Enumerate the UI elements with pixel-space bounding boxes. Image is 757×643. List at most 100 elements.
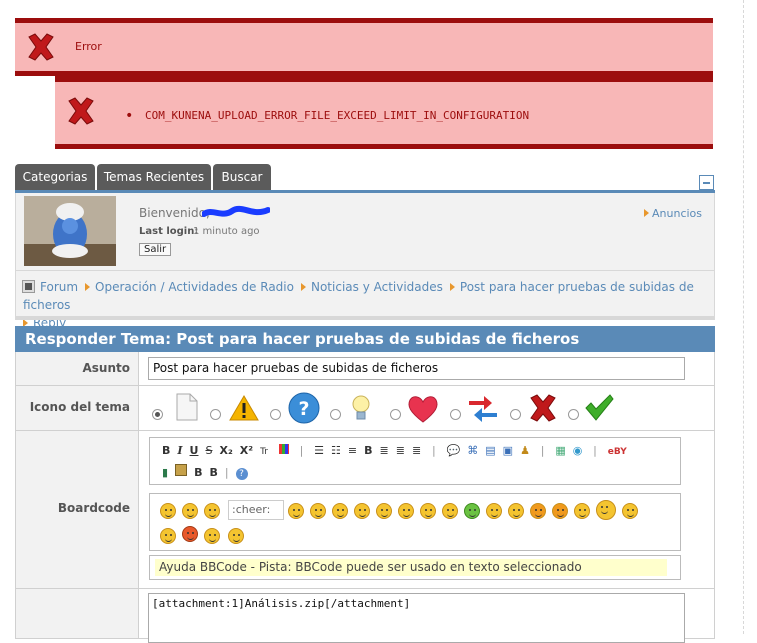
smiley-icon[interactable] <box>204 528 220 544</box>
align-center-icon[interactable]: ≣ <box>396 444 405 457</box>
topic-icon-radio-love[interactable] <box>390 409 401 420</box>
smiley-icon[interactable] <box>332 503 348 519</box>
strike-button[interactable]: S <box>205 444 212 457</box>
ebay-icon[interactable]: eBY <box>608 447 627 457</box>
error-x-icon <box>28 33 54 61</box>
italic-button[interactable]: I <box>177 444 182 457</box>
underline-button[interactable]: U <box>190 444 199 457</box>
boardcode-row: Boardcode B I U S X₂ X² Tr | ☰ ☷ ≡ B ≣ ≣ ≣ | 💬 ⌘ ▤ ▣ ♟ |… <box>15 431 715 589</box>
error-message: COM_KUNENA_UPLOAD_ERROR_FILE_EXCEED_LIMI… <box>145 109 530 122</box>
smiley-icon[interactable] <box>552 503 568 519</box>
question-icon: ? <box>288 392 320 424</box>
ordered-list-icon[interactable]: ☷ <box>331 444 341 457</box>
module-icon[interactable]: ▣ <box>503 444 513 457</box>
list-item-icon[interactable]: ≡ <box>348 444 357 457</box>
error-detail-box: • COM_KUNENA_UPLOAD_ERROR_FILE_EXCEED_LI… <box>55 75 713 149</box>
smiley-devil-icon[interactable] <box>182 526 198 542</box>
message-textarea[interactable]: [attachment:1]Análisis.zip[/attachment] <box>148 593 685 643</box>
smiley-icon[interactable] <box>204 503 220 519</box>
smiley-icon[interactable] <box>622 503 638 519</box>
red-x-icon <box>530 394 556 422</box>
error-title: Error <box>75 40 102 53</box>
smiley-icon[interactable] <box>160 503 176 519</box>
align-left-icon[interactable]: ≣ <box>380 444 389 457</box>
smiley-icon[interactable] <box>574 503 590 519</box>
map-icon[interactable] <box>175 464 188 476</box>
subject-label: Asunto <box>16 352 139 385</box>
bullet-list-icon[interactable]: ☰ <box>314 444 324 457</box>
tab-categorias[interactable]: Categorias <box>15 164 95 191</box>
error-box: Error <box>15 18 713 76</box>
last-login-label: Last login: <box>139 226 199 237</box>
logout-button[interactable]: Salir <box>139 243 172 256</box>
smiley-icon[interactable] <box>288 503 304 519</box>
arrow-right-icon <box>300 283 306 291</box>
tab-temas-recientes[interactable]: Temas Recientes <box>97 164 211 191</box>
separator <box>15 317 715 320</box>
smiley-icon[interactable] <box>376 503 392 519</box>
smiley-icon[interactable] <box>354 503 370 519</box>
page-icon <box>176 393 198 421</box>
smiley-icon[interactable] <box>508 503 524 519</box>
topic-icon-label: Icono del tema <box>16 386 139 430</box>
smiley-icon[interactable] <box>398 503 414 519</box>
message-label <box>16 589 139 638</box>
smiley-sick-icon[interactable] <box>464 503 480 519</box>
tab-buscar[interactable]: Buscar <box>213 164 271 191</box>
quote-icon[interactable]: 💬 <box>447 444 461 457</box>
topic-icon-radio-move[interactable] <box>450 409 461 420</box>
subscript-button[interactable]: X₂ <box>219 444 232 457</box>
superscript-button[interactable]: X² <box>240 444 253 457</box>
subject-input[interactable]: Post para hacer pruebas de subidas de fi… <box>148 357 685 380</box>
topic-icon-radio-solved-no[interactable] <box>510 409 521 420</box>
smiley-shocked-icon[interactable] <box>596 500 616 520</box>
help-text: Ayuda BBCode - Pista: BBCode puede ser u… <box>155 559 667 576</box>
topic-icon-row: Icono del tema ? <box>15 386 715 431</box>
boardcode-label: Boardcode <box>16 431 139 588</box>
hide-button[interactable]: B <box>194 466 202 479</box>
smiley-panel: :cheer: <box>149 493 681 551</box>
broken-smiley-image[interactable]: :cheer: <box>228 500 284 520</box>
bold-button[interactable]: B <box>162 444 170 457</box>
breadcrumb: Forum Operación / Actividades de Radio Not… <box>15 271 715 330</box>
smiley-icon[interactable] <box>420 503 436 519</box>
topic-icon-radio-warning[interactable] <box>210 409 221 420</box>
message-row: [attachment:1]Análisis.zip[/attachment] <box>15 589 715 643</box>
spoiler-button[interactable]: B <box>209 466 217 479</box>
table-icon[interactable]: ▤ <box>485 444 495 457</box>
breadcrumb-noticias[interactable]: Noticias y Actividades <box>311 280 443 294</box>
smiley-icon[interactable] <box>530 503 546 519</box>
form-title: Responder Tema: Post para hacer pruebas … <box>15 326 715 352</box>
users-icon[interactable]: ♟ <box>520 444 530 457</box>
align-right-icon[interactable]: ≣ <box>412 444 421 457</box>
code-icon[interactable]: ⌘ <box>467 444 478 457</box>
collapse-icon[interactable] <box>699 175 714 190</box>
bold-alt-button[interactable]: B <box>364 444 372 457</box>
font-size-button[interactable]: Tr <box>260 447 268 457</box>
topic-icon-radio-question[interactable] <box>270 409 281 420</box>
arrow-right-icon <box>449 283 455 291</box>
move-arrows-icon <box>469 396 497 422</box>
smiley-icon[interactable] <box>442 503 458 519</box>
breadcrumb-forum[interactable]: Forum <box>40 280 78 294</box>
image-icon[interactable]: ▦ <box>555 444 565 457</box>
smiley-icon[interactable] <box>486 503 502 519</box>
topic-icon-radio-idea[interactable] <box>330 409 341 420</box>
lightbulb-icon <box>352 395 370 420</box>
topic-icon-radio-default[interactable] <box>152 409 163 420</box>
link-icon[interactable]: ◉ <box>573 444 583 457</box>
topic-icon-radio-solved[interactable] <box>568 409 579 420</box>
smiley-icon[interactable] <box>182 503 198 519</box>
help-icon[interactable]: ? <box>235 468 248 480</box>
smiley-icon[interactable] <box>228 528 244 544</box>
svg-text:?: ? <box>298 398 309 420</box>
breadcrumb-operacion[interactable]: Operación / Actividades de Radio <box>95 280 294 294</box>
smiley-icon[interactable] <box>160 528 176 544</box>
smiley-icon[interactable] <box>310 503 326 519</box>
video-icon[interactable]: ▮ <box>162 466 168 479</box>
announcements-link[interactable]: Anuncios <box>644 207 702 220</box>
forum-home-icon <box>22 280 35 293</box>
checkmark-icon <box>585 394 614 421</box>
color-picker-icon[interactable] <box>278 444 289 454</box>
last-login-value: 1 minuto ago <box>193 226 260 237</box>
